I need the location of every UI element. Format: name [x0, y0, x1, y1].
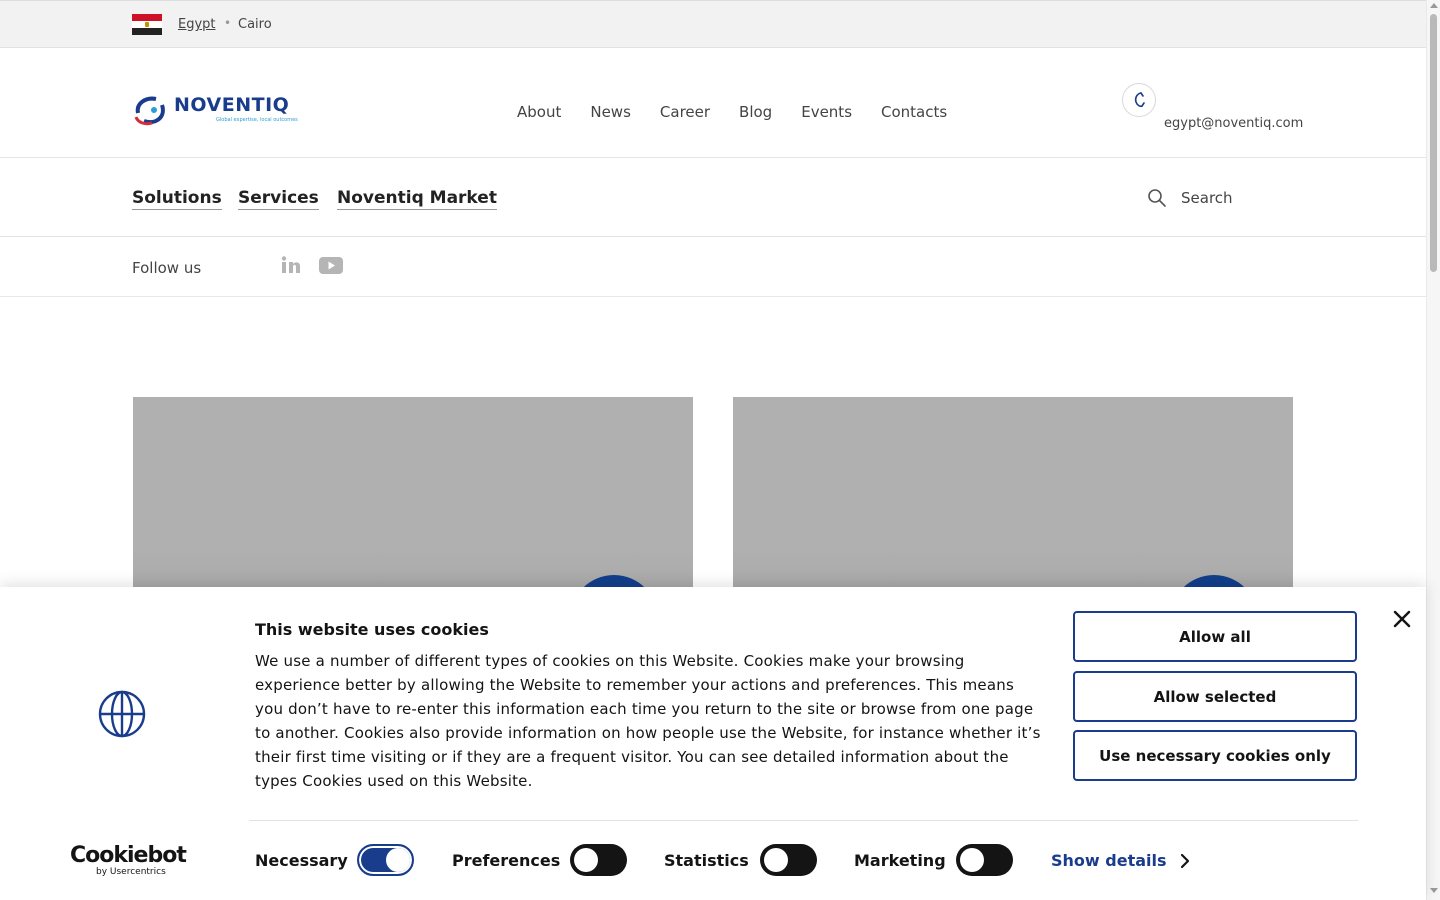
cookie-title: This website uses cookies	[255, 620, 489, 639]
cookiebot-byline: by Usercentrics	[96, 867, 166, 877]
statistics-toggle[interactable]	[760, 844, 817, 876]
necessary-toggle[interactable]	[357, 844, 414, 876]
cookie-consent-banner: Cookiebot by Usercentrics This website u…	[0, 587, 1426, 900]
marketing-label: Marketing	[854, 851, 946, 870]
allow-selected-button[interactable]: Allow selected	[1073, 671, 1357, 722]
follow-bar: Follow us	[0, 237, 1426, 297]
youtube-icon[interactable]	[319, 257, 343, 274]
egypt-flag-icon	[132, 14, 162, 35]
nav-about[interactable]: About	[517, 103, 561, 121]
logo-text: NOVENTIQ	[174, 94, 290, 116]
site-header: NOVENTIQ Global expertise, local outcome…	[0, 48, 1426, 158]
phone-icon	[1134, 92, 1145, 108]
allow-all-button[interactable]: Allow all	[1073, 611, 1357, 662]
marketing-toggle[interactable]	[956, 844, 1013, 876]
follow-us-label: Follow us	[132, 259, 202, 277]
scroll-up-arrow-icon[interactable]	[1430, 3, 1438, 8]
subnav-noventiq-market[interactable]: Noventiq Market	[337, 188, 497, 210]
main-nav: About News Career Blog Events Contacts	[517, 103, 976, 121]
nav-blog[interactable]: Blog	[739, 103, 772, 121]
location-separator: •	[224, 16, 232, 30]
nav-career[interactable]: Career	[660, 103, 710, 121]
nav-news[interactable]: News	[590, 103, 631, 121]
nav-contacts[interactable]: Contacts	[881, 103, 947, 121]
close-icon[interactable]	[1392, 609, 1412, 629]
chevron-right-icon[interactable]	[1179, 853, 1191, 869]
content-card[interactable]	[733, 397, 1293, 597]
logo-mark-icon	[134, 96, 165, 126]
logo-tagline: Global expertise, local outcomes	[216, 117, 298, 123]
scroll-down-arrow-icon[interactable]	[1430, 888, 1438, 893]
location-bar: Egypt • Cairo	[0, 0, 1426, 48]
content-card[interactable]	[133, 397, 693, 597]
linkedin-icon[interactable]	[281, 256, 301, 274]
nav-events[interactable]: Events	[801, 103, 852, 121]
cookiebot-logo: Cookiebot	[70, 843, 187, 868]
preferences-toggle[interactable]	[570, 844, 627, 876]
search-icon[interactable]	[1147, 188, 1167, 208]
globe-icon	[98, 690, 146, 738]
subnav-solutions[interactable]: Solutions	[132, 188, 222, 210]
cookie-divider	[249, 820, 1358, 821]
subnav-services[interactable]: Services	[238, 188, 319, 210]
necessary-label: Necessary	[255, 851, 348, 870]
phone-button[interactable]	[1122, 83, 1156, 117]
noventiq-logo[interactable]: NOVENTIQ Global expertise, local outcome…	[132, 93, 314, 127]
statistics-label: Statistics	[664, 851, 749, 870]
necessary-only-button[interactable]: Use necessary cookies only	[1073, 730, 1357, 781]
country-link[interactable]: Egypt	[178, 17, 216, 32]
show-details-link[interactable]: Show details	[1051, 851, 1167, 870]
preferences-label: Preferences	[452, 851, 561, 870]
page-scrollbar[interactable]	[1426, 0, 1440, 900]
search-label[interactable]: Search	[1181, 189, 1233, 207]
secondary-nav: Solutions Services Noventiq Market Searc…	[0, 158, 1426, 237]
contact-email[interactable]: egypt@noventiq.com	[1164, 116, 1303, 131]
cookie-description: We use a number of different types of co…	[255, 652, 1041, 790]
scroll-thumb[interactable]	[1430, 14, 1437, 272]
city-label: Cairo	[238, 17, 272, 32]
